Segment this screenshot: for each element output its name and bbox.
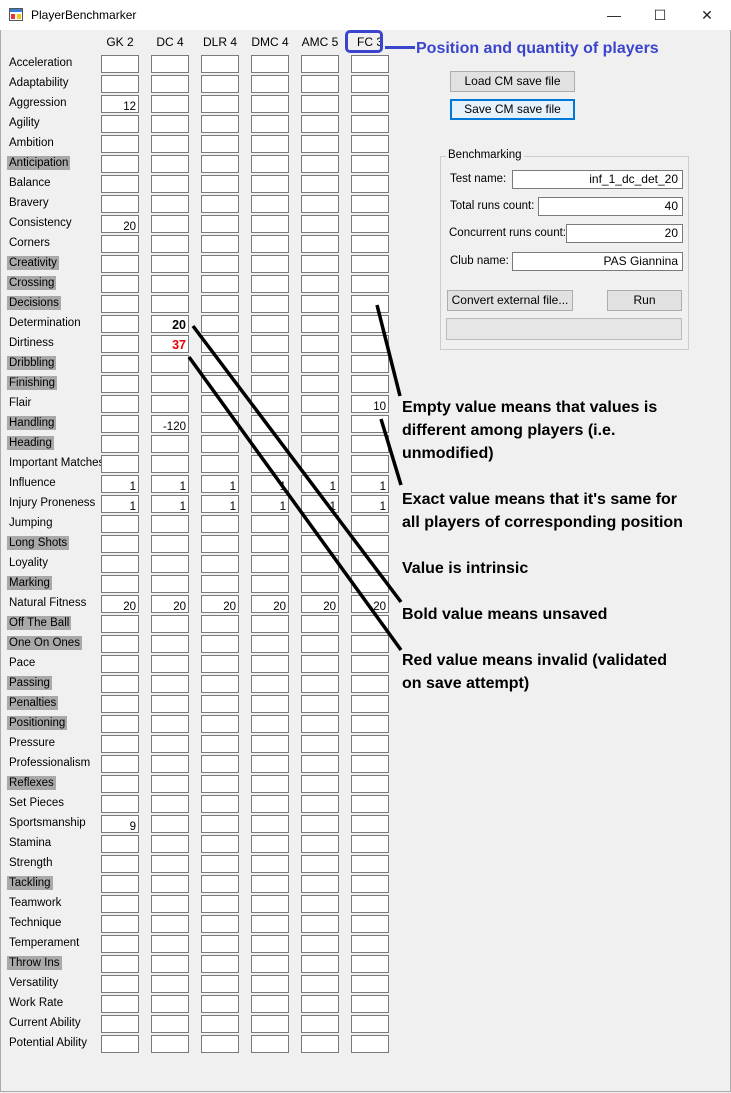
intrinsic-annotation: Value is intrinsic bbox=[402, 560, 529, 577]
exact-value-annotation: Exact value means that it's same for all… bbox=[402, 488, 683, 534]
pointer-line-empty bbox=[375, 304, 402, 397]
red-invalid-line-1: Red value means invalid (validated bbox=[402, 652, 667, 669]
empty-value-line-1: Empty value means that values is bbox=[402, 399, 658, 416]
empty-value-line-3: unmodified) bbox=[402, 445, 494, 462]
annotation-lines bbox=[187, 304, 403, 652]
empty-value-annotation: Empty value means that values is differe… bbox=[402, 396, 657, 465]
pointer-line-bold bbox=[191, 324, 403, 604]
exact-value-line-2: all players of corresponding position bbox=[402, 514, 683, 531]
red-invalid-annotation: Red value means invalid (validated on sa… bbox=[402, 649, 667, 695]
red-invalid-line-2: on save attempt) bbox=[402, 675, 530, 692]
empty-value-line-2: different among players (i.e. bbox=[402, 422, 616, 439]
exact-value-line-1: Exact value means that it's same for bbox=[402, 491, 678, 508]
pointer-line-exact bbox=[379, 418, 403, 486]
bold-unsaved-annotation: Bold value means unsaved bbox=[402, 606, 608, 623]
pointer-line-red bbox=[187, 355, 403, 652]
